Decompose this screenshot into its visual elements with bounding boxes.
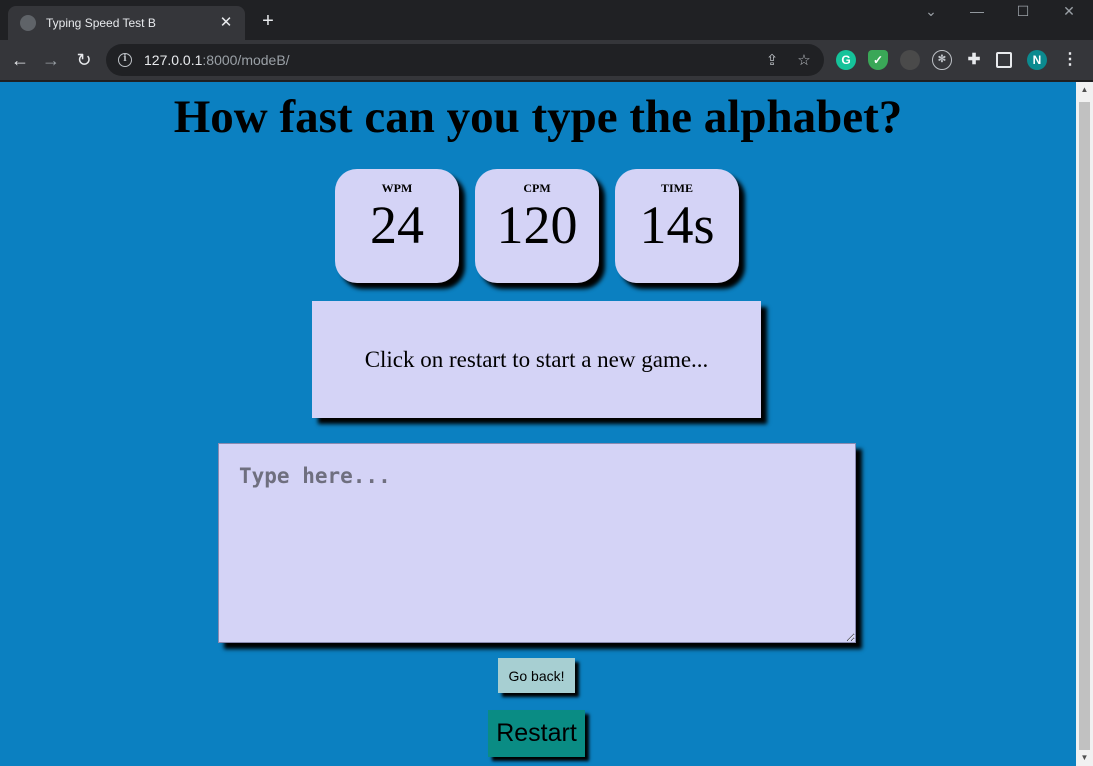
scroll-up-arrow-icon[interactable]: ▲ (1076, 82, 1093, 98)
tab-search-icon[interactable]: ⌄ (916, 2, 946, 22)
address-bar[interactable]: i 127.0.0.1:8000/modeB/ ⇪ ☆ (106, 44, 824, 76)
reload-icon[interactable]: ↻ (71, 47, 97, 73)
bookmark-star-icon[interactable]: ☆ (796, 51, 812, 69)
kebab-menu-icon[interactable]: ⋮ (1060, 50, 1080, 70)
aperture-extension-icon[interactable]: ✻ (932, 50, 952, 70)
browser-toolbar: ← → ↻ i 127.0.0.1:8000/modeB/ ⇪ ☆ G ✓ ✻ … (0, 40, 1093, 81)
site-info-icon[interactable]: i (118, 53, 132, 67)
go-back-button[interactable]: Go back! (498, 658, 575, 693)
url-text[interactable]: 127.0.0.1:8000/modeB/ (144, 52, 748, 68)
new-tab-button[interactable]: + (256, 10, 280, 34)
puzzle-extensions-icon[interactable]: ✚ (964, 50, 984, 70)
forward-arrow-icon[interactable]: → (38, 47, 64, 73)
restart-button[interactable]: Restart (488, 710, 585, 757)
share-icon[interactable]: ⇪ (764, 51, 780, 69)
shield-extension-icon[interactable]: ✓ (868, 50, 888, 70)
typing-input[interactable] (218, 443, 856, 643)
profile-avatar[interactable]: N (1027, 50, 1047, 70)
wpm-value: 24 (370, 195, 424, 255)
wpm-card: WPM 24 (335, 169, 459, 283)
maximize-icon[interactable]: ☐ (1008, 2, 1038, 22)
vertical-scrollbar[interactable]: ▲ ▼ (1076, 82, 1093, 766)
page-content: How fast can you type the alphabet? WPM … (0, 82, 1076, 766)
grammarly-extension-icon[interactable]: G (836, 50, 856, 70)
tab-strip: Typing Speed Test B ✕ + ⌄ — ☐ ✕ (0, 0, 1093, 40)
cpm-label: CPM (523, 181, 551, 195)
globe-icon (20, 15, 36, 31)
extension-icon[interactable] (900, 50, 920, 70)
minimize-icon[interactable]: — (962, 2, 992, 22)
time-label: TIME (660, 181, 693, 195)
cpm-value: 120 (496, 195, 578, 255)
cpm-card: CPM 120 (475, 169, 599, 283)
tab-title: Typing Speed Test B (46, 16, 156, 30)
time-value: 14s (639, 195, 715, 255)
close-tab-icon[interactable]: ✕ (217, 14, 235, 32)
quote-display: Click on restart to start a new game... (312, 301, 761, 418)
back-arrow-icon[interactable]: ← (7, 47, 33, 73)
close-window-icon[interactable]: ✕ (1054, 2, 1084, 22)
time-card: TIME 14s (615, 169, 739, 283)
scrollbar-thumb[interactable] (1079, 102, 1090, 750)
browser-tab[interactable]: Typing Speed Test B ✕ (8, 6, 245, 40)
scroll-down-arrow-icon[interactable]: ▼ (1076, 750, 1093, 766)
side-panel-icon[interactable] (996, 52, 1012, 68)
wpm-label: WPM (381, 181, 413, 195)
page-title: How fast can you type the alphabet? (173, 91, 903, 143)
